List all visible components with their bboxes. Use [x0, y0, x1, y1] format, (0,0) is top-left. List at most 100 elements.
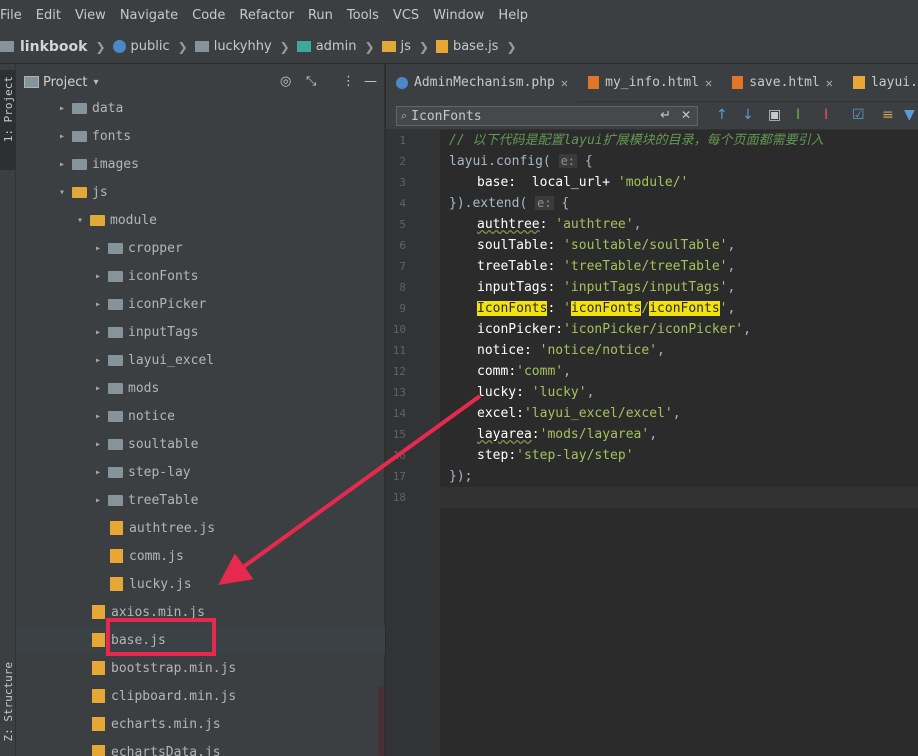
chevron-right-icon[interactable]: ▸ [56, 103, 68, 114]
chevron-right-icon[interactable]: ▸ [92, 355, 104, 366]
breadcrumb-js[interactable]: js ❯ [381, 39, 436, 54]
chevron-right-icon[interactable]: ▸ [92, 467, 104, 478]
chevron-right-icon[interactable]: ▸ [92, 495, 104, 506]
tab-adminmechanism-php[interactable]: AdminMechanism.php ✕ [386, 63, 579, 102]
line-number: 14 [392, 407, 406, 420]
tab-label: my_info.html [605, 75, 700, 90]
chevron-right-icon[interactable]: ▸ [56, 159, 68, 170]
line-number: 5 [399, 218, 406, 231]
project-view-title[interactable]: Project [43, 75, 87, 90]
code-editor[interactable]: 1 2 3 4 5 6 7 8 9 10 11 12 13 14 15 16 17 18 // 以下代码是配置la… [386, 130, 918, 756]
tree-item[interactable]: ▾ module [16, 206, 385, 234]
tree-item[interactable]: echartsData.js [16, 738, 385, 756]
tree-item[interactable]: ▸ images [16, 150, 385, 178]
chevron-right-icon[interactable]: ▸ [92, 327, 104, 338]
web-folder-icon [112, 40, 126, 53]
tree-item[interactable]: authtree.js [16, 514, 385, 542]
tree-item[interactable]: ▾ js [16, 178, 385, 206]
chevron-right-icon[interactable]: ▸ [92, 243, 104, 254]
js-file-icon [110, 549, 123, 563]
tree-item[interactable]: ▸ soultable [16, 430, 385, 458]
breadcrumb-public[interactable]: public ❯ [112, 39, 195, 54]
breadcrumb-admin[interactable]: admin ❯ [296, 39, 382, 54]
tree-item[interactable]: ▸ iconPicker [16, 290, 385, 318]
line-number: 2 [399, 155, 406, 168]
close-icon[interactable]: ✕ [561, 76, 568, 90]
breadcrumb-luckyhhy[interactable]: luckyhhy ❯ [194, 39, 297, 54]
object-key: inputTags [477, 280, 548, 295]
breadcrumb-linkbook[interactable]: linkbook ❯ [0, 39, 113, 55]
tree-item[interactable]: ▸ iconFonts [16, 262, 385, 290]
chevron-right-icon[interactable]: ▸ [92, 439, 104, 450]
breadcrumb-label: base.js [452, 39, 499, 54]
chevron-down-icon[interactable]: ▾ [93, 77, 98, 88]
code-comment: // 以下代码是配置layui扩展模块的目录，每个页面都需要引入 [449, 133, 824, 148]
search-input[interactable] [411, 108, 632, 124]
remove-selection-icon[interactable]: Ⅰ [824, 107, 828, 123]
tree-item[interactable]: ▸ notice [16, 402, 385, 430]
project-tool-tab[interactable]: 1: Project [0, 70, 16, 170]
close-icon[interactable]: ✕ [705, 76, 712, 90]
menu-tools[interactable]: Tools [347, 8, 379, 23]
tab-save-html[interactable]: save.html ✕ [722, 64, 843, 102]
chevron-down-icon[interactable]: ▾ [74, 215, 86, 226]
hide-panel-icon[interactable]: — [364, 74, 377, 89]
menu-refactor[interactable]: Refactor [239, 8, 294, 23]
chevron-right-icon: ❯ [364, 39, 375, 54]
menu-vcs[interactable]: VCS [393, 8, 419, 23]
tree-item[interactable]: ▸ cropper [16, 234, 385, 262]
tree-item[interactable]: lucky.js [16, 570, 385, 598]
menu-code[interactable]: Code [192, 8, 225, 23]
chevron-right-icon[interactable]: ▸ [92, 271, 104, 282]
tree-item[interactable]: ▸ inputTags [16, 318, 385, 346]
clear-search-icon[interactable]: ✕ [681, 108, 691, 122]
menu-edit[interactable]: Edit [36, 8, 61, 23]
structure-tool-tab[interactable]: Z: Structure [0, 660, 16, 756]
string-literal: 'inputTags/inputTags' [563, 280, 728, 295]
tree-item[interactable]: clipboard.min.js [16, 682, 385, 710]
chevron-down-icon[interactable]: ▾ [56, 187, 68, 198]
next-occurrence-icon[interactable]: ↓ [742, 107, 754, 123]
menu-run[interactable]: Run [308, 8, 333, 23]
collapse-all-icon[interactable]: ⤡ [306, 74, 316, 89]
select-all-occurrences-icon[interactable]: ▣ [768, 107, 781, 123]
tree-item[interactable]: echarts.min.js [16, 710, 385, 738]
tree-item[interactable]: ▸ data [16, 100, 385, 122]
tree-item[interactable]: ▸ layui_excel [16, 346, 385, 374]
tree-item[interactable]: ▸ fonts [16, 122, 385, 150]
tree-item-label: layui_excel [128, 352, 215, 368]
tree-item[interactable]: comm.js [16, 542, 385, 570]
breadcrumb-base-js[interactable]: base.js ❯ [435, 39, 524, 54]
tree-item[interactable]: ▸ step-lay [16, 458, 385, 486]
filter-options-icon[interactable]: ≡ [882, 107, 894, 123]
menu-navigate[interactable]: Navigate [120, 8, 178, 23]
add-selection-icon[interactable]: Ⅰ [796, 107, 800, 123]
previous-occurrence-icon[interactable]: ↑ [716, 107, 728, 123]
chevron-right-icon[interactable]: ▸ [92, 299, 104, 310]
select-occurrences-icon[interactable]: ☑ [852, 107, 865, 123]
search-icon[interactable]: ⌕ [401, 109, 407, 123]
tree-item-label: mods [128, 380, 160, 396]
more-options-icon[interactable]: ⋮ [342, 74, 355, 89]
folder-icon [90, 214, 106, 226]
tree-item[interactable]: ▸ mods [16, 374, 385, 402]
project-scrollbar[interactable] [378, 686, 384, 756]
tab-my-info-html[interactable]: my_info.html ✕ [578, 64, 722, 102]
chevron-right-icon[interactable]: ▸ [56, 131, 68, 142]
new-line-icon[interactable]: ↵ [660, 108, 671, 123]
menu-help[interactable]: Help [498, 8, 528, 23]
tree-item[interactable]: bootstrap.min.js [16, 654, 385, 682]
chevron-right-icon[interactable]: ▸ [92, 383, 104, 394]
tab-layui-js[interactable]: layui.js ✕ [843, 64, 918, 102]
line-number: 12 [392, 365, 406, 378]
menu-view[interactable]: View [75, 8, 106, 23]
funnel-icon[interactable]: ▼ [904, 107, 915, 123]
code-token: local_url+ [531, 175, 611, 190]
tree-item[interactable]: ▸ treeTable [16, 486, 385, 514]
scroll-from-source-icon[interactable]: ◎ [280, 74, 291, 89]
chevron-right-icon[interactable]: ▸ [92, 411, 104, 422]
menu-file[interactable]: File [0, 8, 22, 23]
close-icon[interactable]: ✕ [826, 76, 833, 90]
tree-item-label: data [92, 100, 124, 116]
menu-window[interactable]: Window [433, 8, 484, 23]
